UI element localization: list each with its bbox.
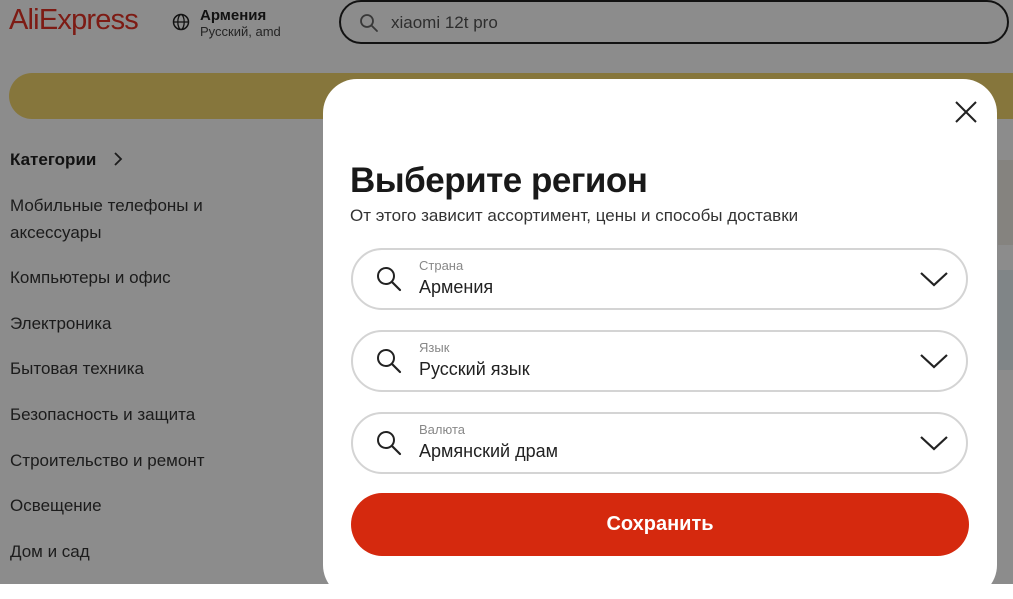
currency-select[interactable]: Валюта Армянский драм xyxy=(351,412,968,474)
country-select[interactable]: Страна Армения xyxy=(351,248,968,310)
currency-value: Армянский драм xyxy=(419,441,558,461)
country-label: Страна xyxy=(419,258,464,273)
search-icon xyxy=(377,267,402,292)
chevron-down-icon[interactable] xyxy=(919,434,949,452)
country-value: Армения xyxy=(419,277,494,297)
language-select[interactable]: Язык Русский язык xyxy=(351,330,968,392)
currency-label: Валюта xyxy=(419,422,465,437)
modal-title: Выберите регион xyxy=(350,161,648,200)
search-icon xyxy=(377,431,402,456)
save-button[interactable]: Сохранить xyxy=(351,493,969,556)
search-icon xyxy=(377,349,402,374)
close-icon[interactable] xyxy=(951,97,981,127)
language-value: Русский язык xyxy=(419,359,530,379)
modal-subtitle: От этого зависит ассортимент, цены и спо… xyxy=(350,206,799,225)
chevron-down-icon[interactable] xyxy=(919,270,949,288)
chevron-down-icon[interactable] xyxy=(919,352,949,370)
region-modal: Выберите регион От этого зависит ассорти… xyxy=(323,79,997,599)
language-label: Язык xyxy=(419,340,450,355)
